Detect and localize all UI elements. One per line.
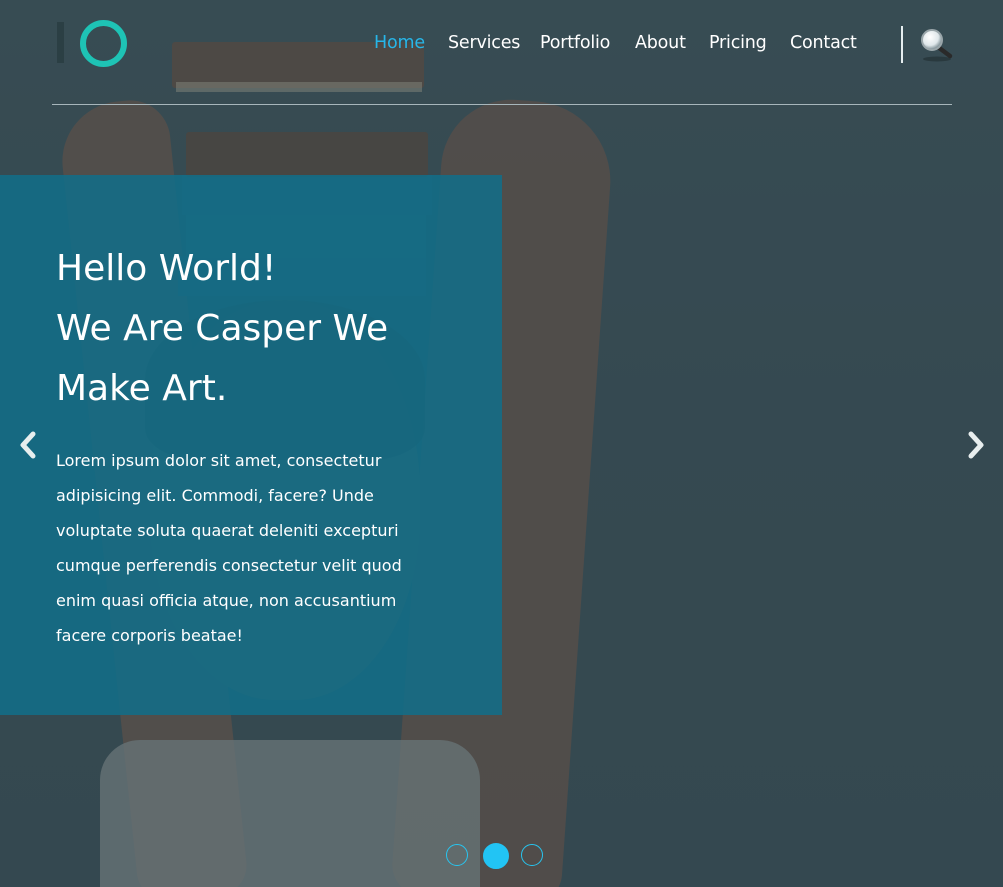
slide-caption: Hello World! We Are Casper We Make Art. … bbox=[0, 175, 502, 715]
magnifier-icon bbox=[921, 29, 953, 62]
slide-indicator-3[interactable] bbox=[521, 844, 543, 866]
ring-logo-icon bbox=[80, 20, 127, 67]
chevron-right-icon bbox=[968, 431, 984, 459]
slide-title-line: Make Art. bbox=[56, 368, 228, 409]
slide-indicator-2[interactable] bbox=[483, 843, 509, 869]
chevron-left-icon bbox=[20, 431, 36, 459]
nav-item-home[interactable]: Home bbox=[374, 33, 425, 53]
nav-item-about[interactable]: About bbox=[635, 33, 686, 53]
slide-title: Hello World! We Are Casper We Make Art. bbox=[56, 239, 456, 419]
header-rule bbox=[52, 104, 952, 105]
slide-description: Lorem ipsum dolor sit amet, consectetur … bbox=[56, 451, 402, 645]
slide-title-line: We Are Casper We bbox=[56, 308, 389, 349]
slide-title-line: Hello World! bbox=[56, 248, 277, 289]
nav-item-services[interactable]: Services bbox=[448, 33, 520, 53]
nav-divider bbox=[901, 26, 903, 63]
nav-item-pricing[interactable]: Pricing bbox=[709, 33, 767, 53]
prev-slide-button[interactable] bbox=[14, 428, 44, 462]
search-button[interactable] bbox=[918, 28, 954, 62]
slide-indicator-1[interactable] bbox=[446, 844, 468, 866]
nav-item-contact[interactable]: Contact bbox=[790, 33, 857, 53]
logo-bar-icon bbox=[57, 22, 64, 63]
nav-item-portfolio[interactable]: Portfolio bbox=[540, 33, 610, 53]
slide-indicators bbox=[445, 843, 555, 870]
hero-slider: Home Services Portfolio About Pricing Co… bbox=[0, 0, 1003, 887]
site-logo[interactable] bbox=[57, 19, 127, 67]
site-header: Home Services Portfolio About Pricing Co… bbox=[0, 0, 1003, 105]
next-slide-button[interactable] bbox=[961, 428, 991, 462]
